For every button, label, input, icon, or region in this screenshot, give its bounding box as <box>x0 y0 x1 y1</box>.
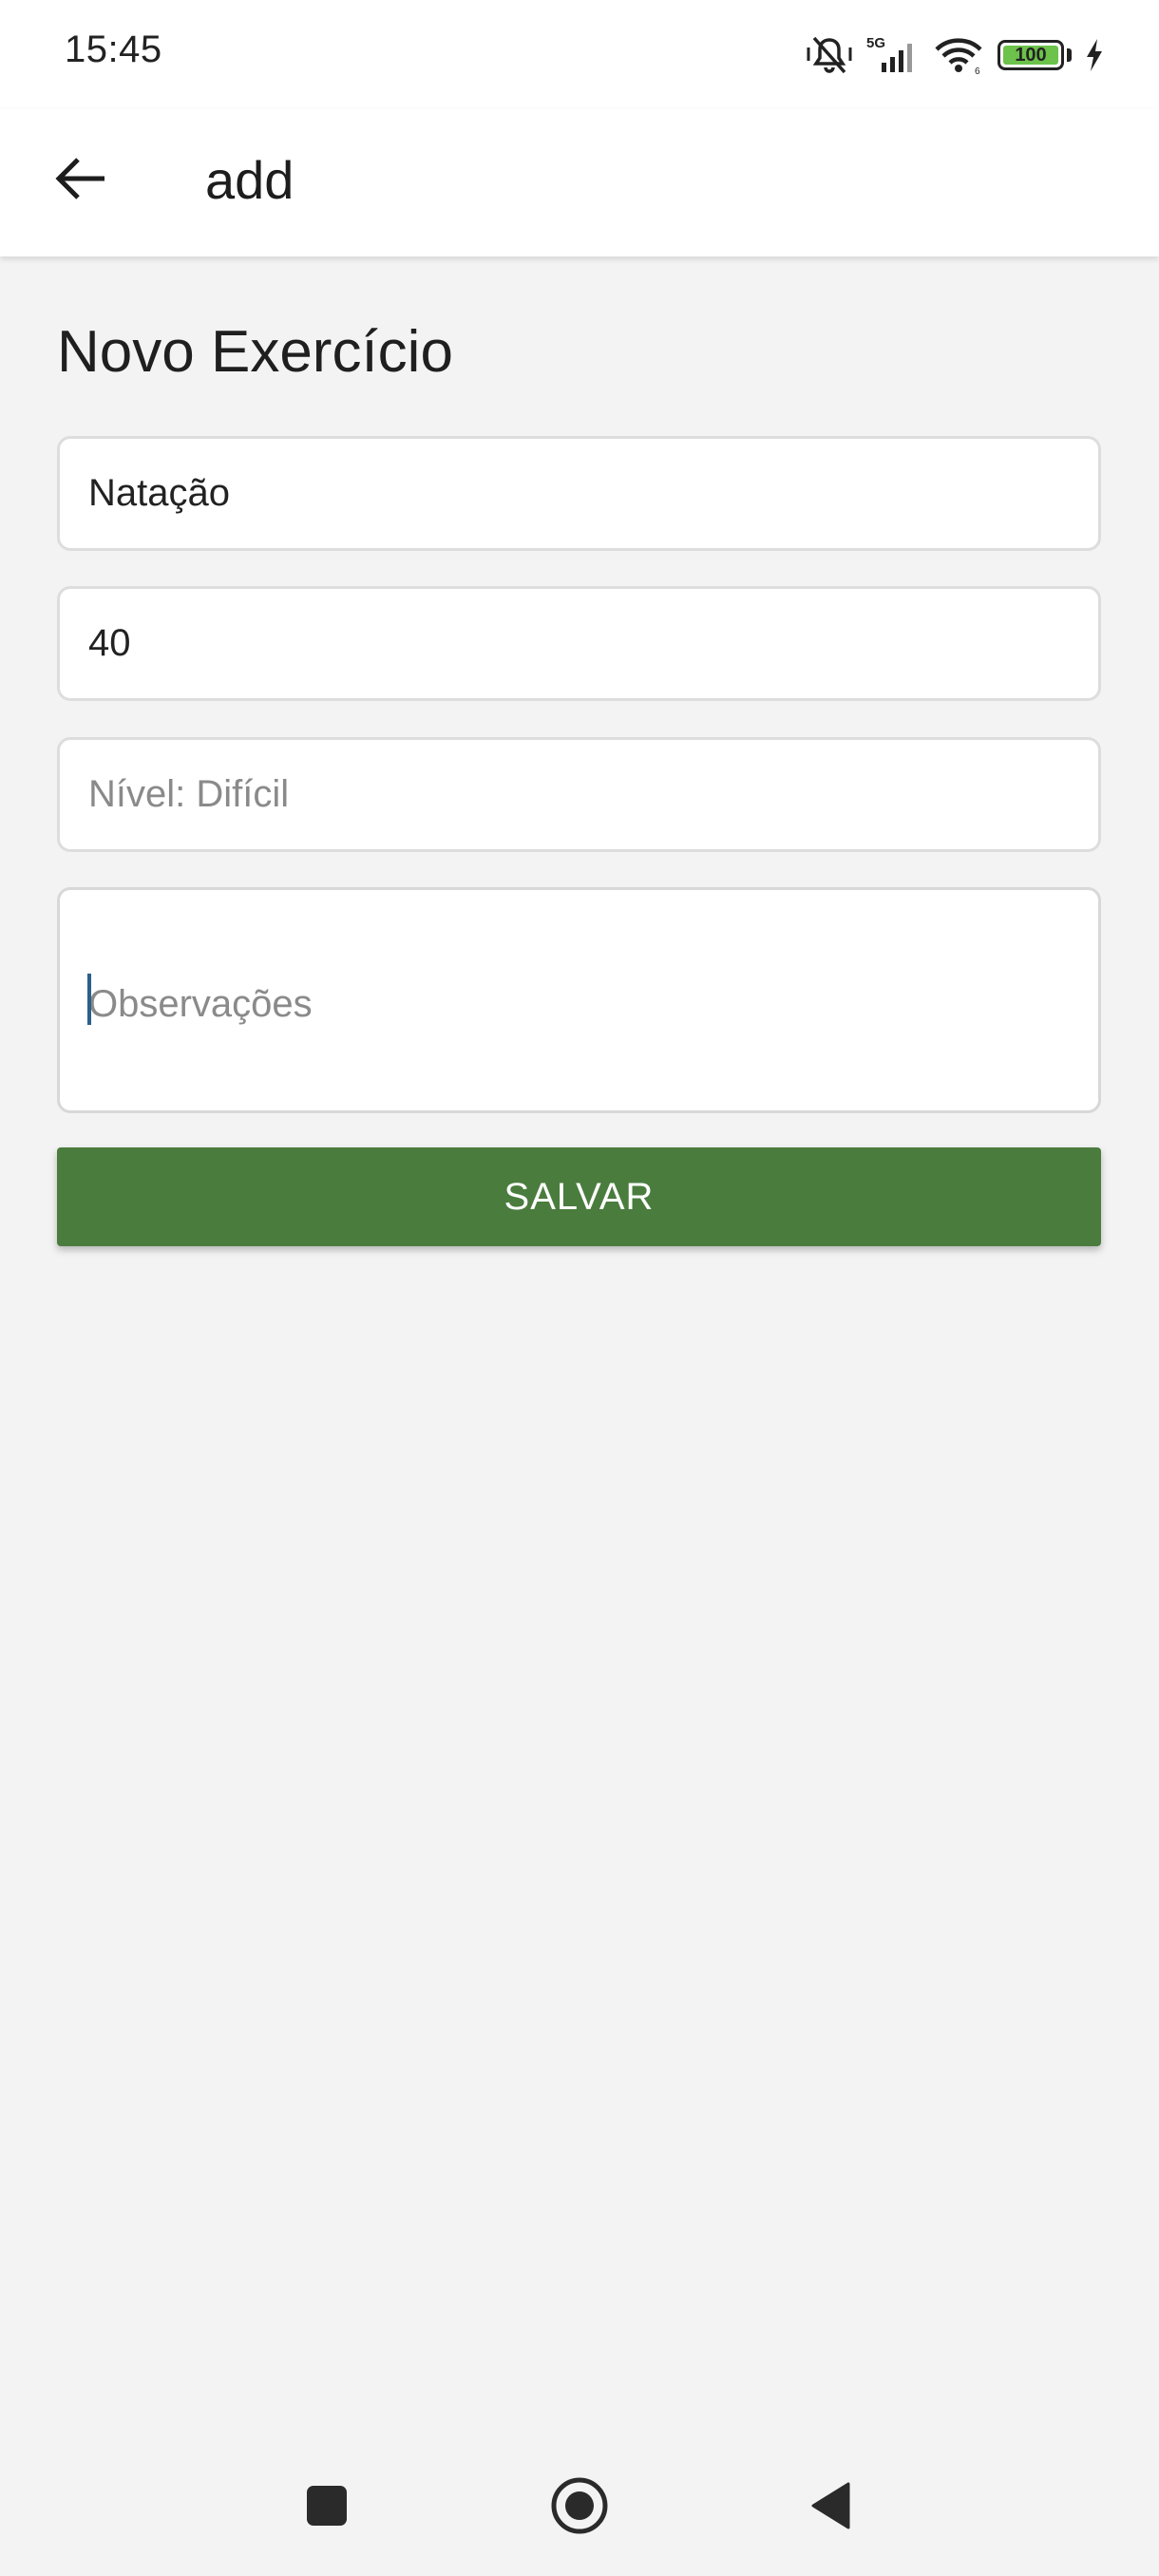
page-title: Novo Exercício <box>57 319 453 385</box>
text-cursor <box>87 974 91 1025</box>
wifi-icon: 6 <box>933 34 984 76</box>
system-nav-bar <box>0 2443 1159 2576</box>
app-bar: add <box>0 109 1159 256</box>
charging-bolt-icon <box>1085 38 1104 72</box>
battery-icon: 100 <box>998 40 1064 70</box>
back-triangle-icon <box>808 2481 852 2535</box>
recents-button[interactable] <box>289 2470 365 2546</box>
back-button[interactable] <box>48 147 114 214</box>
battery-cap <box>1067 48 1072 62</box>
home-button[interactable] <box>542 2470 618 2546</box>
level-field[interactable] <box>57 737 1101 852</box>
notes-field[interactable] <box>57 887 1101 1113</box>
recents-square-icon <box>305 2484 349 2532</box>
app-title: add <box>205 150 294 210</box>
save-button[interactable]: SALVAR <box>57 1147 1101 1246</box>
arrow-left-icon <box>55 157 106 205</box>
status-time: 15:45 <box>65 28 162 70</box>
home-circle-icon <box>550 2476 609 2540</box>
mute-vibrate-icon <box>806 34 853 76</box>
status-icons: 5G 6 100 <box>806 32 1104 78</box>
status-bar: 15:45 5G 6 100 <box>0 0 1159 109</box>
system-back-button[interactable] <box>792 2470 868 2546</box>
battery-level: 100 <box>1015 45 1047 66</box>
cellular-signal-icon: 5G <box>866 34 920 76</box>
exercise-name-field[interactable] <box>57 436 1101 551</box>
network-type-label: 5G <box>866 35 885 51</box>
svg-text:6: 6 <box>975 66 980 76</box>
duration-field[interactable] <box>57 586 1101 701</box>
